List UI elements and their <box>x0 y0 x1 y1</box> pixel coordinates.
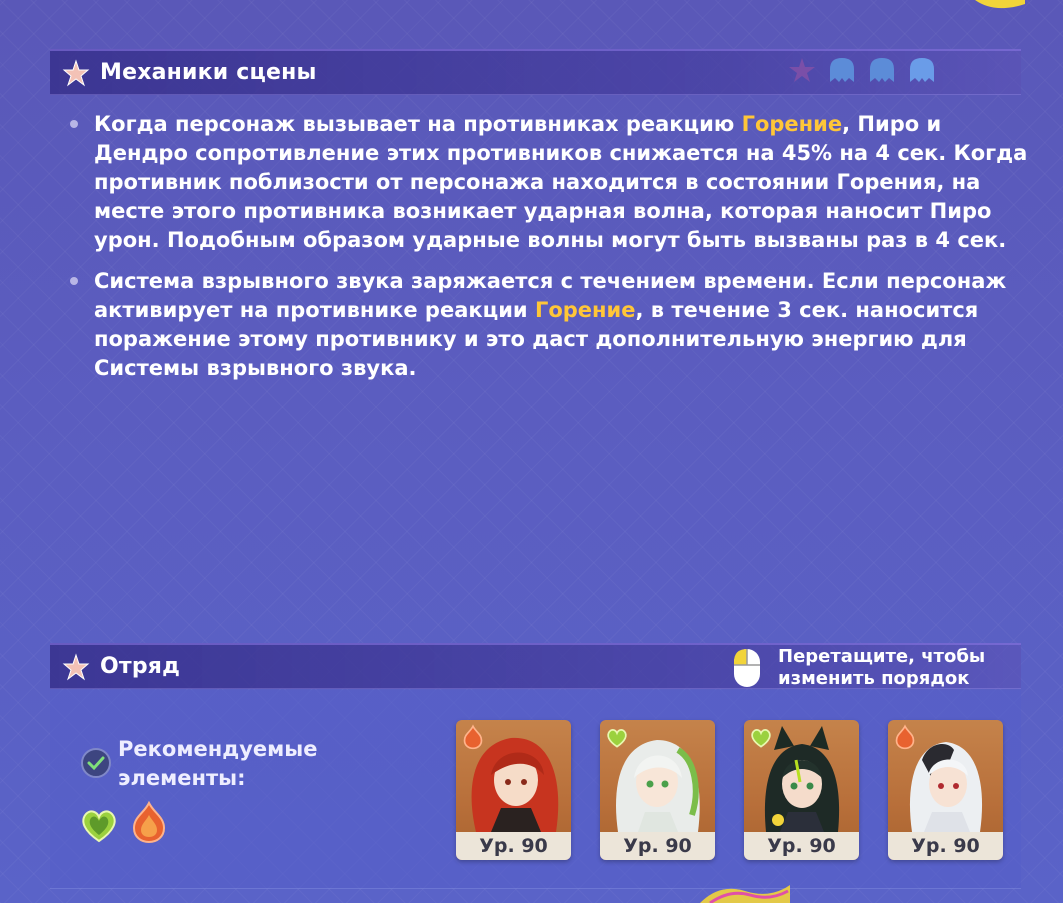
bullet-dot <box>70 120 78 128</box>
character-card[interactable]: Ур. 90 <box>888 720 1003 860</box>
star-icon <box>62 653 90 681</box>
mechanic-bullet: Система взрывного звука заряжается с теч… <box>70 267 1034 383</box>
drag-hint-line: Перетащите, чтобы <box>778 646 986 667</box>
header-decoration <box>787 56 937 84</box>
character-level: Ур. 90 <box>744 832 859 860</box>
ribbon-decoration <box>975 0 1025 9</box>
character-level: Ур. 90 <box>600 832 715 860</box>
pyro-icon <box>132 800 166 844</box>
mouse-icon <box>734 649 760 687</box>
recommended-label: элементы: <box>118 766 246 790</box>
star-decoration-icon <box>789 58 815 82</box>
character-level: Ур. 90 <box>888 832 1003 860</box>
burning-keyword: Горение <box>534 298 636 322</box>
check-icon <box>81 748 111 778</box>
character-card[interactable]: Ур. 90 <box>456 720 571 860</box>
ghost-decoration-icon <box>870 58 894 82</box>
bullet-text: Когда персонаж вызывает на противниках р… <box>94 112 742 136</box>
drag-hint: Перетащите, чтобы изменить порядок <box>732 646 985 690</box>
mechanic-bullet: Когда персонаж вызывает на противниках р… <box>70 110 1034 255</box>
recommended-label: Рекомендуемые <box>118 737 318 761</box>
mechanics-title: Механики сцены <box>100 60 317 85</box>
drag-hint-line: изменить порядок <box>778 668 970 689</box>
mechanics-description: Когда персонаж вызывает на противниках р… <box>70 110 1030 395</box>
character-card[interactable]: Ур. 90 <box>600 720 715 860</box>
pyro-icon <box>463 724 483 750</box>
bullet-dot <box>70 277 78 285</box>
ribbon-decoration <box>700 885 790 903</box>
mechanics-header: Механики сцены <box>50 49 1021 95</box>
dendro-icon <box>607 729 627 748</box>
ghost-decoration-icon <box>910 58 934 82</box>
ghost-decoration-icon <box>830 58 854 82</box>
burning-keyword: Горение <box>741 112 843 136</box>
dendro-icon <box>751 729 771 748</box>
star-icon <box>62 59 90 87</box>
character-level: Ур. 90 <box>456 832 571 860</box>
dendro-icon <box>82 810 116 843</box>
character-card[interactable]: Ур. 90 <box>744 720 859 860</box>
squad-title: Отряд <box>100 654 181 679</box>
pyro-icon <box>895 724 915 750</box>
